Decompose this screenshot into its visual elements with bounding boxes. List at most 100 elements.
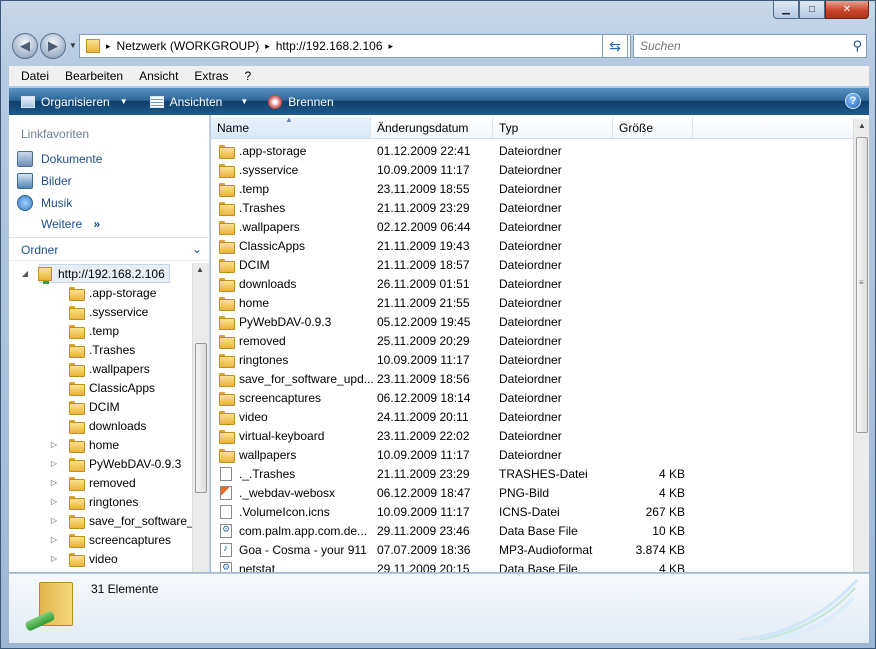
file-type-cell: Dateiordner — [499, 371, 562, 386]
file-row[interactable]: home 21.11.2009 21:55 Dateiordner — [211, 293, 853, 312]
address-separator[interactable]: ▸ — [106, 41, 111, 52]
tree-root-item[interactable]: ◢ http://192.168.2.106 — [22, 264, 170, 284]
close-button[interactable]: ✕ — [825, 1, 869, 19]
file-row[interactable]: netstat 29.11.2009 20:15 Data Base File 4 K… — [211, 559, 853, 572]
file-row[interactable]: .sysservice 10.09.2009 11:17 Dateiordner — [211, 160, 853, 179]
file-name-cell: .sysservice — [219, 160, 373, 179]
tree-item[interactable]: DCIM — [49, 397, 120, 416]
address-segment-network[interactable]: Netzwerk (WORKGROUP) — [117, 39, 260, 53]
file-row[interactable]: DCIM 21.11.2009 18:57 Dateiordner — [211, 255, 853, 274]
file-row[interactable]: ringtones 10.09.2009 11:17 Dateiordner — [211, 350, 853, 369]
file-row[interactable]: save_for_software_upd... 23.11.2009 18:56… — [211, 369, 853, 388]
folder-icon — [219, 220, 235, 235]
menu-view[interactable]: Ansicht — [131, 69, 186, 83]
file-list-scrollbar[interactable]: ▲ ≡ — [853, 119, 869, 572]
tree-item[interactable]: ▷ home — [49, 435, 119, 454]
refresh-button[interactable]: ⇆ — [602, 34, 628, 58]
file-row[interactable]: ._.Trashes 21.11.2009 23:29 TRASHES-Datei 4… — [211, 464, 853, 483]
file-name: screencaptures — [239, 390, 322, 405]
file-row[interactable]: virtual-keyboard 23.11.2009 22:02 Dateiord… — [211, 426, 853, 445]
tree-item[interactable]: .wallpapers — [49, 359, 150, 378]
tree-expand-icon[interactable]: ▷ — [49, 516, 59, 525]
menu-tools[interactable]: Extras — [186, 69, 236, 83]
tree-item[interactable]: .app-storage — [49, 283, 156, 302]
scroll-up-icon[interactable]: ▲ — [196, 265, 204, 274]
tree-item[interactable]: ▷ save_for_software_up — [49, 511, 192, 530]
file-row[interactable]: .Trashes 21.11.2009 23:29 Dateiordner — [211, 198, 853, 217]
views-button[interactable]: Ansichten ▼ — [144, 95, 255, 109]
chevron-down-icon[interactable]: ⌄ — [192, 242, 202, 256]
file-type-cell: Dateiordner — [499, 333, 562, 348]
organize-button[interactable]: Organisieren ▼ — [15, 95, 134, 109]
tree-expand-icon[interactable]: ▷ — [49, 440, 59, 449]
forward-button[interactable]: ▶ — [40, 33, 66, 59]
address-segment-host[interactable]: http://192.168.2.106 — [276, 39, 383, 53]
more-favorites-link[interactable]: Weitere » — [41, 217, 100, 231]
file-row[interactable]: wallpapers 10.09.2009 11:17 Dateiordner — [211, 445, 853, 464]
address-separator[interactable]: ▸ — [389, 41, 394, 52]
search-icon[interactable]: ⚲ — [852, 38, 862, 54]
tree-item[interactable]: .sysservice — [49, 302, 148, 321]
tree-expand-icon[interactable]: ▷ — [49, 459, 59, 468]
burn-button[interactable]: Brennen — [262, 94, 339, 109]
tree-expand-icon[interactable]: ▷ — [49, 535, 59, 544]
favorite-documents[interactable]: Dokumente — [17, 151, 102, 167]
favorite-music[interactable]: Musik — [17, 195, 72, 211]
tree-expand-icon[interactable]: ▷ — [49, 497, 59, 506]
file-row[interactable]: downloads 26.11.2009 01:51 Dateiordner — [211, 274, 853, 293]
tree-expand-icon[interactable]: ▷ — [49, 478, 59, 487]
address-separator[interactable]: ▸ — [265, 41, 270, 52]
tree-item[interactable]: .Trashes — [49, 340, 135, 359]
file-row[interactable]: ClassicApps 21.11.2009 19:43 Dateiordner — [211, 236, 853, 255]
tree-item[interactable]: .temp — [49, 321, 119, 340]
file-row[interactable]: .temp 23.11.2009 18:55 Dateiordner — [211, 179, 853, 198]
file-type-cell: ICNS-Datei — [499, 504, 560, 519]
address-bar[interactable]: ▸ Netzwerk (WORKGROUP) ▸ http://192.168.… — [79, 34, 629, 58]
column-header-size[interactable]: Größe — [613, 117, 693, 139]
file-row[interactable]: ._webdav-webosx 06.12.2009 18:47 PNG-Bild 4… — [211, 483, 853, 502]
file-row[interactable]: Goa - Cosma - your 911 07.07.2009 18:36 MP… — [211, 540, 853, 559]
tree-item[interactable]: ▷ video — [49, 549, 118, 568]
tree-item[interactable]: ClassicApps — [49, 378, 155, 397]
file-row[interactable]: removed 25.11.2009 20:29 Dateiordner — [211, 331, 853, 350]
file-name: DCIM — [239, 257, 270, 272]
file-row[interactable]: .wallpapers 02.12.2009 06:44 Dateiordner — [211, 217, 853, 236]
column-header-name[interactable]: ▲ Name — [211, 115, 371, 139]
tree-item[interactable]: downloads — [49, 416, 146, 435]
file-row[interactable]: com.palm.app.com.de... 29.11.2009 23:46 Da… — [211, 521, 853, 540]
column-header-type[interactable]: Typ — [493, 117, 613, 139]
help-icon[interactable]: ? — [845, 93, 861, 109]
search-input[interactable] — [640, 39, 840, 53]
file-list-scroll-thumb[interactable]: ≡ — [856, 137, 868, 433]
maximize-button[interactable]: □ — [799, 1, 825, 19]
recent-pages-dropdown[interactable]: ▼ — [69, 41, 77, 50]
menu-help[interactable]: ? — [236, 69, 259, 83]
search-box[interactable]: ⚲ — [633, 34, 867, 58]
tree-scroll-thumb[interactable] — [195, 343, 207, 493]
folders-header[interactable]: Ordner ⌄ — [9, 239, 209, 261]
tree-item[interactable]: ▷ PyWebDAV-0.9.3 — [49, 454, 181, 473]
file-row[interactable]: PyWebDAV-0.9.3 05.12.2009 19:45 Dateiordne… — [211, 312, 853, 331]
file-row[interactable]: screencaptures 06.12.2009 18:14 Dateiordne… — [211, 388, 853, 407]
file-name-cell: ._.Trashes — [219, 464, 373, 483]
file-name: removed — [239, 333, 286, 348]
scroll-up-icon[interactable]: ▲ — [858, 121, 866, 130]
back-button[interactable]: ◀ — [12, 33, 38, 59]
file-row[interactable]: .VolumeIcon.icns 10.09.2009 11:17 ICNS-Dat… — [211, 502, 853, 521]
tree-collapse-icon[interactable]: ◢ — [20, 269, 30, 278]
tree-item[interactable]: ▷ ringtones — [49, 492, 138, 511]
file-type-cell: MP3-Audioformat — [499, 542, 593, 557]
menu-edit[interactable]: Bearbeiten — [57, 69, 131, 83]
menu-file[interactable]: Datei — [13, 69, 57, 83]
tree-item[interactable]: ▷ screencaptures — [49, 530, 171, 549]
tree-item-label: video — [89, 551, 118, 566]
favorite-pictures[interactable]: Bilder — [17, 173, 72, 189]
file-date-cell: 21.11.2009 19:43 — [377, 238, 470, 253]
tree-scrollbar[interactable]: ▲ — [192, 263, 209, 572]
file-row[interactable]: video 24.11.2009 20:11 Dateiordner — [211, 407, 853, 426]
tree-item[interactable]: ▷ removed — [49, 473, 136, 492]
file-row[interactable]: .app-storage 01.12.2009 22:41 Dateiordner — [211, 141, 853, 160]
minimize-button[interactable]: ▁ — [773, 1, 799, 19]
column-header-date[interactable]: Änderungsdatum — [371, 117, 493, 139]
tree-expand-icon[interactable]: ▷ — [49, 554, 59, 563]
